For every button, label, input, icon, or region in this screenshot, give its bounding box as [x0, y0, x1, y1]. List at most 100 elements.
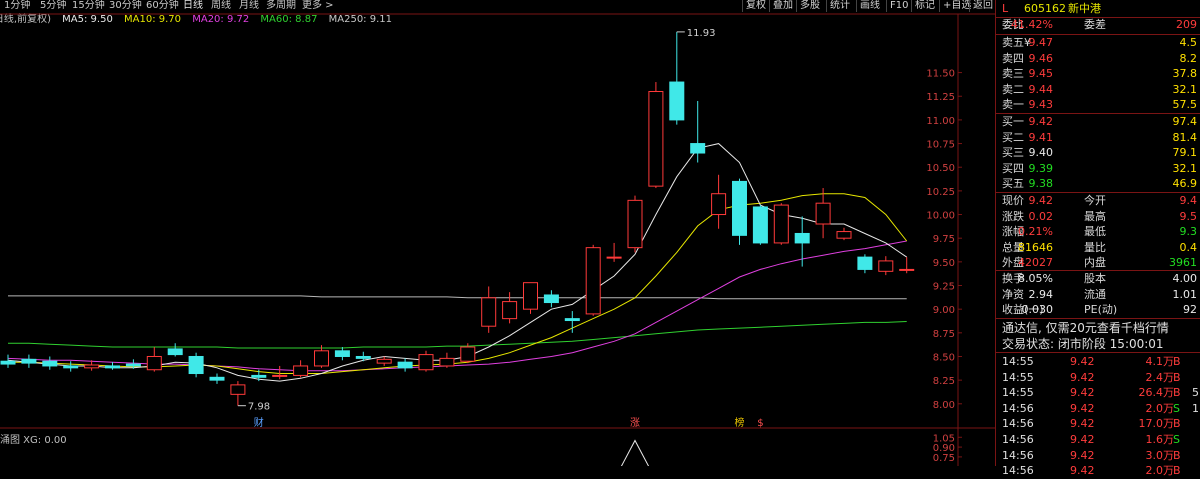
y-tick-label: 8.75	[933, 329, 955, 340]
ask-label: 卖一	[1002, 98, 1024, 112]
ask-price: 9.46	[1028, 51, 1054, 65]
stat-label: 今开	[1084, 194, 1106, 207]
trade-volume: 2.0万	[1145, 401, 1175, 415]
trade-time: 14:56	[1002, 417, 1034, 431]
candle-body	[564, 318, 580, 322]
stock-name: 新中港	[1068, 2, 1101, 15]
trade-row: 14:56 9.42 2.0万 S 1	[996, 401, 1200, 417]
candle-body	[230, 384, 246, 395]
candle	[606, 242, 622, 262]
candle	[42, 356, 58, 370]
y-tick-label: 9.25	[933, 282, 955, 293]
y-tick-label: 10.50	[926, 163, 955, 174]
bid-volume: 97.4	[1172, 115, 1198, 128]
bid-volume: 81.4	[1172, 130, 1198, 144]
ask-row[interactable]: 卖四 9.46 8.2	[996, 51, 1200, 67]
weicha-label: 委差	[1084, 18, 1106, 31]
trade-volume: 2.4万	[1145, 370, 1175, 384]
kline-chart[interactable]: 11.50 11.25 11.00 10.75 10.50 10.25 10.00 9.75 9…	[0, 0, 995, 466]
bid-label: 买二	[1002, 130, 1024, 144]
bid-volume: 46.9	[1172, 177, 1198, 191]
bid-label: 买一	[1002, 115, 1024, 128]
stat-value: 3961	[1169, 256, 1197, 270]
bid-label: 买四	[1002, 161, 1024, 175]
fundamental-value: 8.05%	[1018, 272, 1053, 285]
stat-row: 涨幅 0.21% 最低 9.3	[996, 224, 1200, 240]
candle-body	[523, 282, 538, 310]
ask-row[interactable]: 卖三 9.45 37.8	[996, 66, 1200, 82]
ma20-line	[7, 240, 907, 372]
candle-body	[543, 294, 559, 304]
stat-value: 42027	[1018, 256, 1053, 270]
ask-row[interactable]: 卖二 9.44 32.1	[996, 82, 1200, 98]
trade-direction: B	[1173, 417, 1181, 431]
candle-body	[272, 374, 288, 377]
weibi-value: 41.42%	[1011, 18, 1053, 31]
y-tick-label: 11.50	[926, 69, 955, 80]
status-label: 交易状态: 闭市阶段 15:00:01	[1002, 337, 1164, 351]
weicha-value: 209	[1176, 18, 1197, 31]
trade-row: 14:56 9.42 17.0万 B	[996, 416, 1200, 432]
ask-volume: 8.2	[1179, 51, 1198, 65]
ask-volume: 32.1	[1172, 82, 1198, 96]
ask-label: 卖三	[1002, 67, 1024, 81]
candle	[293, 360, 309, 378]
candle-body	[63, 365, 79, 369]
stat-value: 81646	[1018, 240, 1053, 254]
candle	[523, 282, 538, 314]
sub-indicator-label: 涌图 XG: 0.00	[0, 435, 67, 446]
bid-row[interactable]: 买一 9.42 97.4	[996, 114, 1200, 130]
ma60-line	[8, 321, 907, 349]
candle-body	[418, 354, 434, 371]
bid-volume: 79.1	[1172, 146, 1198, 160]
candle-body	[585, 247, 601, 315]
candle	[418, 350, 434, 372]
trade-price: 9.42	[1070, 401, 1095, 415]
stat-row: 外盘 42027 内盘 3961	[996, 255, 1200, 271]
stat-value: 0.21%	[1018, 225, 1053, 239]
y-tick-label: 11.00	[926, 116, 955, 127]
bid-row[interactable]: 买二 9.41 81.4	[996, 130, 1200, 146]
y-tick-label: 10.75	[926, 140, 955, 151]
trade-count: 1	[1192, 401, 1199, 415]
stat-row: 现价 9.42 今开 9.4	[996, 193, 1200, 209]
candle	[314, 345, 329, 368]
candle-body	[105, 365, 120, 369]
stat-label: 现价	[1002, 194, 1024, 207]
trade-time: 14:56	[1002, 448, 1034, 462]
event-marker: 榜	[735, 416, 745, 429]
trade-direction: B	[1173, 448, 1181, 462]
bid-price: 9.38	[1028, 177, 1054, 191]
candle	[899, 257, 915, 274]
trade-price: 9.42	[1070, 355, 1095, 368]
fundamental-label: 净资	[1002, 287, 1024, 301]
trade-price: 9.42	[1070, 417, 1095, 431]
trade-row: 14:55 9.42 26.4万 B 5	[996, 385, 1200, 401]
candle-body	[84, 364, 100, 369]
stock-code: 605162	[1024, 2, 1066, 15]
candle-body	[167, 348, 183, 356]
ask-price: 9.47	[1028, 36, 1054, 49]
bid-row[interactable]: 买三 9.40 79.1	[996, 145, 1200, 161]
trade-price: 9.42	[1070, 433, 1095, 446]
trade-volume: 17.0万	[1138, 417, 1175, 431]
bid-label: 买五	[1002, 177, 1024, 191]
candle	[439, 352, 455, 368]
fundamental-row: 净资 2.94 流通 1.01	[996, 287, 1200, 303]
candle	[397, 358, 413, 372]
candle-body	[794, 232, 810, 244]
bid-label: 买三	[1002, 146, 1024, 160]
fundamental-value: 4.00	[1172, 272, 1198, 285]
y-tick-label: 9.75	[933, 234, 955, 245]
stat-value: 0.4	[1179, 240, 1198, 254]
ask-row[interactable]: 卖五¥ 9.47 4.5	[996, 35, 1200, 51]
bid-row[interactable]: 买五 9.38 46.9	[996, 176, 1200, 192]
promo-text[interactable]: 通达信, 仅需20元查看千档行情	[996, 320, 1200, 336]
ask-row[interactable]: 卖一 9.43 57.5	[996, 97, 1200, 113]
bid-row[interactable]: 买四 9.39 32.1	[996, 161, 1200, 177]
candle-body	[293, 365, 309, 376]
candle-body	[711, 193, 727, 216]
ask-price: 9.45	[1028, 67, 1054, 81]
candle-body	[188, 355, 204, 375]
candle-body	[815, 202, 831, 225]
